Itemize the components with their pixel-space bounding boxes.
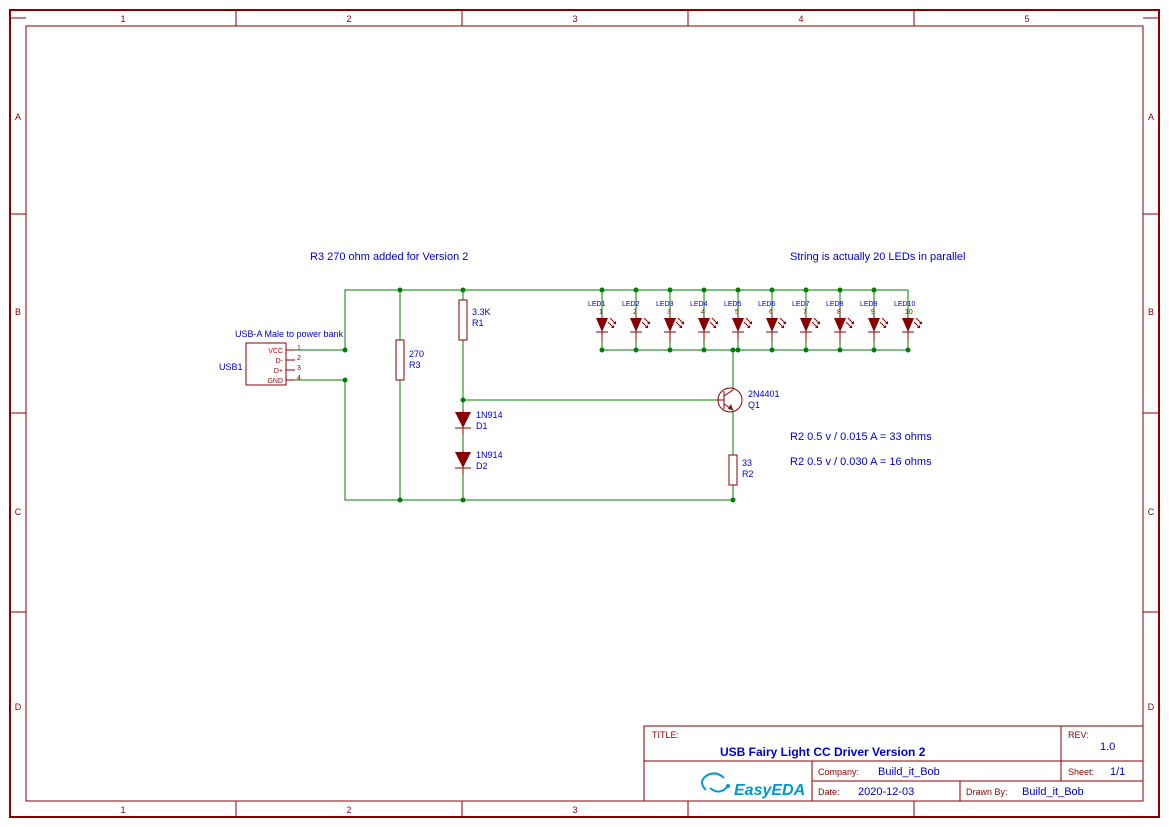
component-r2: 33 R2 bbox=[729, 455, 754, 485]
tb-title-label: TITLE: bbox=[652, 730, 679, 740]
row-C-left: C bbox=[15, 507, 22, 517]
tb-rev-label: REV: bbox=[1068, 730, 1089, 740]
led-num: 8 bbox=[837, 309, 841, 316]
row-D-left: D bbox=[15, 702, 22, 712]
led-num: 10 bbox=[905, 309, 913, 316]
component-led5: LED55 bbox=[724, 301, 752, 342]
r1-val: 3.3K bbox=[472, 307, 491, 317]
row-D-right: D bbox=[1148, 702, 1155, 712]
tb-rev: 1.0 bbox=[1100, 741, 1115, 753]
note-r2-calc2: R2 0.5 v / 0.030 A = 16 ohms bbox=[790, 456, 932, 468]
led-num: 2 bbox=[633, 309, 637, 316]
led-ref: LED6 bbox=[758, 301, 776, 308]
usb-pin1-num: 1 bbox=[297, 345, 301, 352]
led-ref: LED5 bbox=[724, 301, 742, 308]
col-4-top: 4 bbox=[798, 14, 803, 24]
led-ref: LED2 bbox=[622, 301, 640, 308]
tb-date: 2020-12-03 bbox=[858, 786, 914, 798]
easyeda-logo bbox=[702, 773, 730, 791]
row-C-right: C bbox=[1148, 507, 1155, 517]
component-d2: 1N914 D2 bbox=[455, 450, 503, 475]
component-q1: 2N4401 Q1 bbox=[718, 388, 780, 412]
led-num: 1 bbox=[599, 309, 603, 316]
col-3-bot: 3 bbox=[572, 805, 577, 815]
drawing-frame: 1 2 3 4 5 1 2 3 A B C D A B C D bbox=[10, 10, 1159, 817]
usb-ref: USB1 bbox=[219, 362, 243, 372]
usb-pin1-label: VCC bbox=[268, 348, 283, 355]
note-usb-label: USB-A Male to power bank bbox=[235, 329, 344, 339]
led-ref: LED7 bbox=[792, 301, 810, 308]
tb-title: USB Fairy Light CC Driver Version 2 bbox=[720, 745, 926, 759]
title-block: TITLE: USB Fairy Light CC Driver Version… bbox=[644, 726, 1143, 801]
col-3-top: 3 bbox=[572, 14, 577, 24]
col-1-top: 1 bbox=[120, 14, 125, 24]
r2-val: 33 bbox=[742, 458, 752, 468]
led-ref: LED9 bbox=[860, 301, 878, 308]
tb-drawn-label: Drawn By: bbox=[966, 787, 1008, 797]
component-led8: LED88 bbox=[826, 301, 854, 342]
note-r3-added: R3 270 ohm added for Version 2 bbox=[310, 251, 468, 263]
led-ref: LED3 bbox=[656, 301, 674, 308]
tb-company: Build_it_Bob bbox=[878, 766, 940, 778]
col-1-bot: 1 bbox=[120, 805, 125, 815]
easyeda-logo-text: EasyEDA bbox=[734, 782, 805, 799]
schematic-canvas: 1 2 3 4 5 1 2 3 A B C D A B C D bbox=[0, 0, 1169, 827]
q1-val: 2N4401 bbox=[748, 389, 780, 399]
d2-val: 1N914 bbox=[476, 450, 503, 460]
component-led1: LED11 bbox=[588, 301, 616, 342]
tb-date-label: Date: bbox=[818, 787, 840, 797]
usb-pin4-label: GND bbox=[267, 378, 283, 385]
led-num: 5 bbox=[735, 309, 739, 316]
d1-val: 1N914 bbox=[476, 410, 503, 420]
note-string-parallel: String is actually 20 LEDs in parallel bbox=[790, 251, 965, 263]
r2-ref: R2 bbox=[742, 469, 754, 479]
r3-ref: R3 bbox=[409, 360, 421, 370]
usb-pin3-num: 3 bbox=[297, 365, 301, 372]
component-r3: 270 R3 bbox=[396, 340, 424, 380]
component-led10: LED1010 bbox=[894, 301, 922, 342]
led-ref: LED10 bbox=[894, 301, 916, 308]
d2-ref: D2 bbox=[476, 461, 488, 471]
tb-sheet-label: Sheet: bbox=[1068, 767, 1094, 777]
r3-val: 270 bbox=[409, 349, 424, 359]
led-ref: LED1 bbox=[588, 301, 606, 308]
component-led2: LED22 bbox=[622, 301, 650, 342]
tb-company-label: Company: bbox=[818, 767, 859, 777]
component-led4: LED44 bbox=[690, 301, 718, 342]
col-2-top: 2 bbox=[346, 14, 351, 24]
row-A-right: A bbox=[1148, 112, 1154, 122]
row-B-left: B bbox=[15, 307, 21, 317]
component-led3: LED33 bbox=[656, 301, 684, 342]
usb-pin3-label: D+ bbox=[274, 368, 283, 375]
led-ref: LED4 bbox=[690, 301, 708, 308]
component-d1: 1N914 D1 bbox=[455, 410, 503, 435]
r1-ref: R1 bbox=[472, 318, 484, 328]
led-num: 3 bbox=[667, 309, 671, 316]
led-num: 9 bbox=[871, 309, 875, 316]
row-B-right: B bbox=[1148, 307, 1154, 317]
component-led7: LED77 bbox=[792, 301, 820, 342]
component-usb1: VCC D- D+ GND 1 2 3 4 USB1 bbox=[219, 343, 301, 385]
component-r1: 3.3K R1 bbox=[459, 300, 491, 340]
q1-ref: Q1 bbox=[748, 400, 760, 410]
led-num: 6 bbox=[769, 309, 773, 316]
col-5-top: 5 bbox=[1024, 14, 1029, 24]
tb-sheet: 1/1 bbox=[1110, 766, 1125, 778]
led-num: 4 bbox=[701, 309, 705, 316]
led-array: LED11LED22LED33LED44LED55LED66LED77LED88… bbox=[588, 301, 922, 342]
component-led6: LED66 bbox=[758, 301, 786, 342]
d1-ref: D1 bbox=[476, 421, 488, 431]
led-ref: LED8 bbox=[826, 301, 844, 308]
note-r2-calc1: R2 0.5 v / 0.015 A = 33 ohms bbox=[790, 431, 932, 443]
led-num: 7 bbox=[803, 309, 807, 316]
component-led9: LED99 bbox=[860, 301, 888, 342]
usb-pin2-label: D- bbox=[276, 358, 284, 365]
row-A-left: A bbox=[15, 112, 21, 122]
usb-pin2-num: 2 bbox=[297, 355, 301, 362]
usb-pin4-num: 4 bbox=[297, 375, 301, 382]
col-2-bot: 2 bbox=[346, 805, 351, 815]
tb-drawn: Build_it_Bob bbox=[1022, 786, 1084, 798]
